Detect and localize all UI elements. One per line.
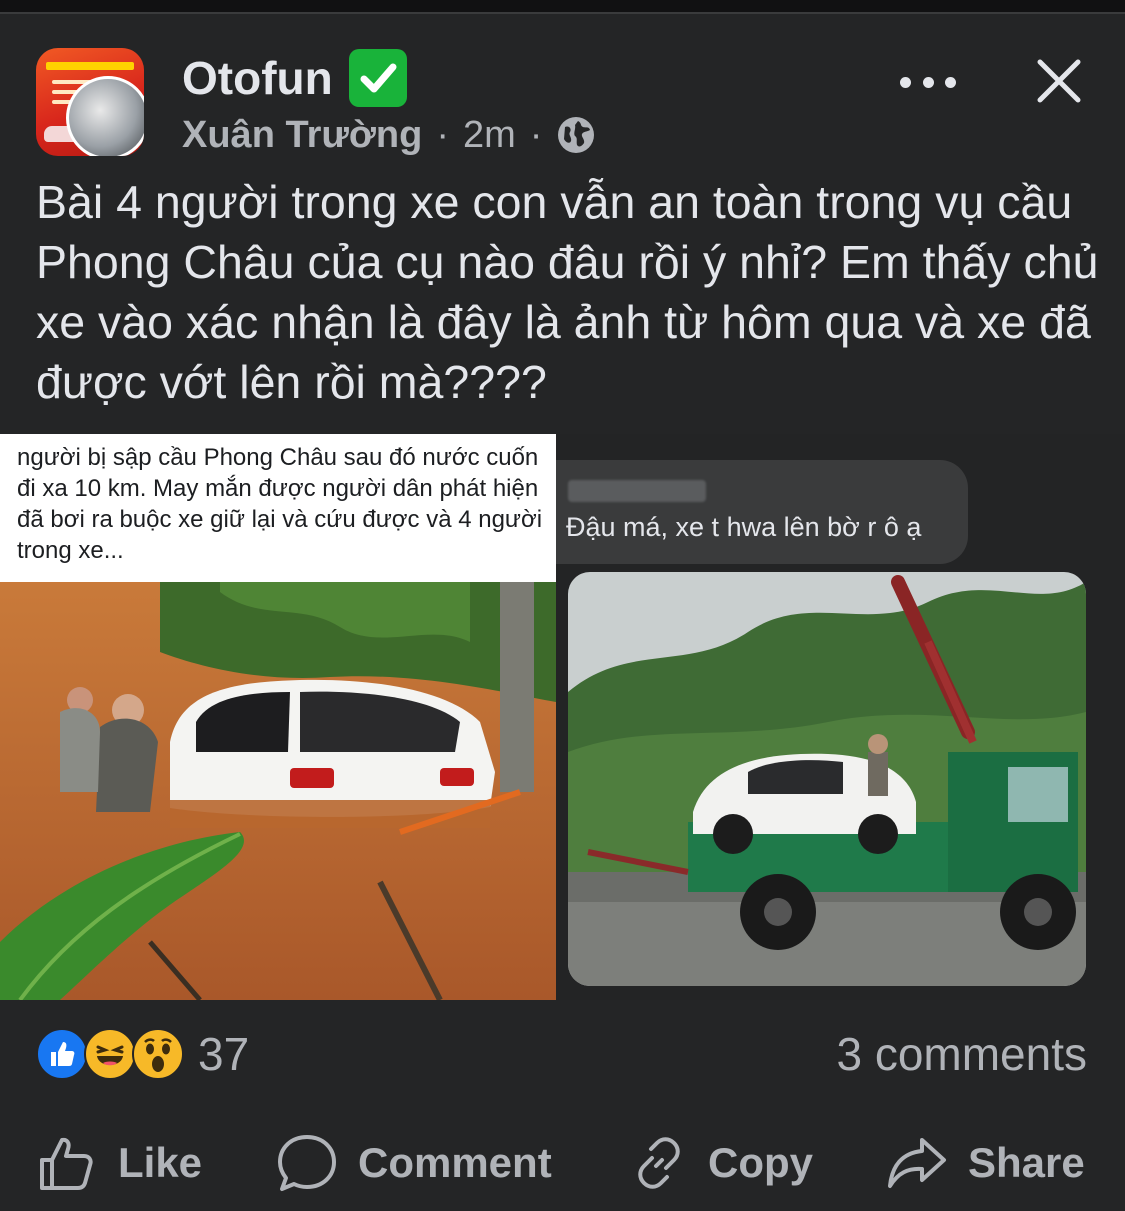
post-author[interactable]: Xuân Trường bbox=[182, 112, 422, 158]
post-meta: Xuân Trường · 2m · bbox=[182, 112, 596, 158]
share-button[interactable]: Share bbox=[886, 1128, 1085, 1198]
image-caption: ——— ——— ——— ——— ——— người bị sập cầu Pho… bbox=[17, 436, 547, 566]
page-avatar[interactable] bbox=[36, 48, 144, 156]
comment-message: Đậu má, xe t hwa lên bờ r ô ạ bbox=[566, 512, 922, 542]
globe-icon bbox=[556, 115, 596, 155]
like-reaction-icon bbox=[36, 1028, 88, 1080]
link-icon bbox=[638, 1137, 680, 1189]
status-bar bbox=[0, 0, 1125, 14]
comment-button[interactable]: Comment bbox=[276, 1128, 552, 1198]
meta-separator: · bbox=[529, 114, 543, 156]
meta-separator: · bbox=[436, 114, 449, 156]
comment-bubble: Đậu má, xe t hwa lên bờ r ô ạ bbox=[556, 460, 968, 564]
comment-bubble-icon bbox=[278, 1135, 336, 1191]
reactions-summary[interactable]: 37 bbox=[36, 1028, 249, 1080]
close-icon[interactable] bbox=[1034, 56, 1084, 106]
haha-reaction-icon bbox=[84, 1028, 136, 1080]
like-label: Like bbox=[118, 1139, 203, 1186]
copy-label: Copy bbox=[708, 1139, 813, 1186]
share-label: Share bbox=[968, 1139, 1085, 1186]
avatar-driver-photo bbox=[66, 76, 144, 156]
comments-count[interactable]: 3 comments bbox=[836, 1026, 1087, 1082]
post-text: Bài 4 người trong xe con vẫn an toàn tro… bbox=[36, 176, 1099, 408]
blurred-name bbox=[568, 480, 706, 502]
post-image-right[interactable]: Đậu má, xe t hwa lên bờ r ô ạ bbox=[556, 434, 1125, 1000]
page-name-row: Otofun bbox=[182, 48, 407, 108]
copy-button[interactable]: Copy bbox=[630, 1128, 813, 1198]
wow-reaction-icon bbox=[132, 1028, 184, 1080]
avatar-banner bbox=[46, 62, 134, 70]
post-time[interactable]: 2m bbox=[463, 112, 516, 158]
post-image-left[interactable]: ——— ——— ——— ——— ——— người bị sập cầu Pho… bbox=[0, 434, 556, 1000]
tow-truck-photo bbox=[568, 572, 1086, 986]
comment-label: Comment bbox=[358, 1139, 552, 1186]
flood-car-photo bbox=[0, 582, 556, 1000]
reaction-count: 37 bbox=[198, 1028, 250, 1080]
post-actions: Like Comment Copy Share bbox=[0, 1128, 1125, 1198]
cut-off-line: ——— ——— ——— ——— ——— bbox=[17, 434, 547, 442]
page-name[interactable]: Otofun bbox=[182, 48, 333, 108]
image-caption-text: người bị sập cầu Phong Châu sau đó nước … bbox=[17, 444, 543, 564]
like-button[interactable]: Like bbox=[36, 1128, 202, 1198]
share-arrow-icon bbox=[888, 1138, 946, 1188]
verified-check-icon bbox=[348, 49, 407, 107]
thumbs-up-icon bbox=[40, 1137, 93, 1190]
more-options-icon[interactable] bbox=[900, 60, 956, 104]
